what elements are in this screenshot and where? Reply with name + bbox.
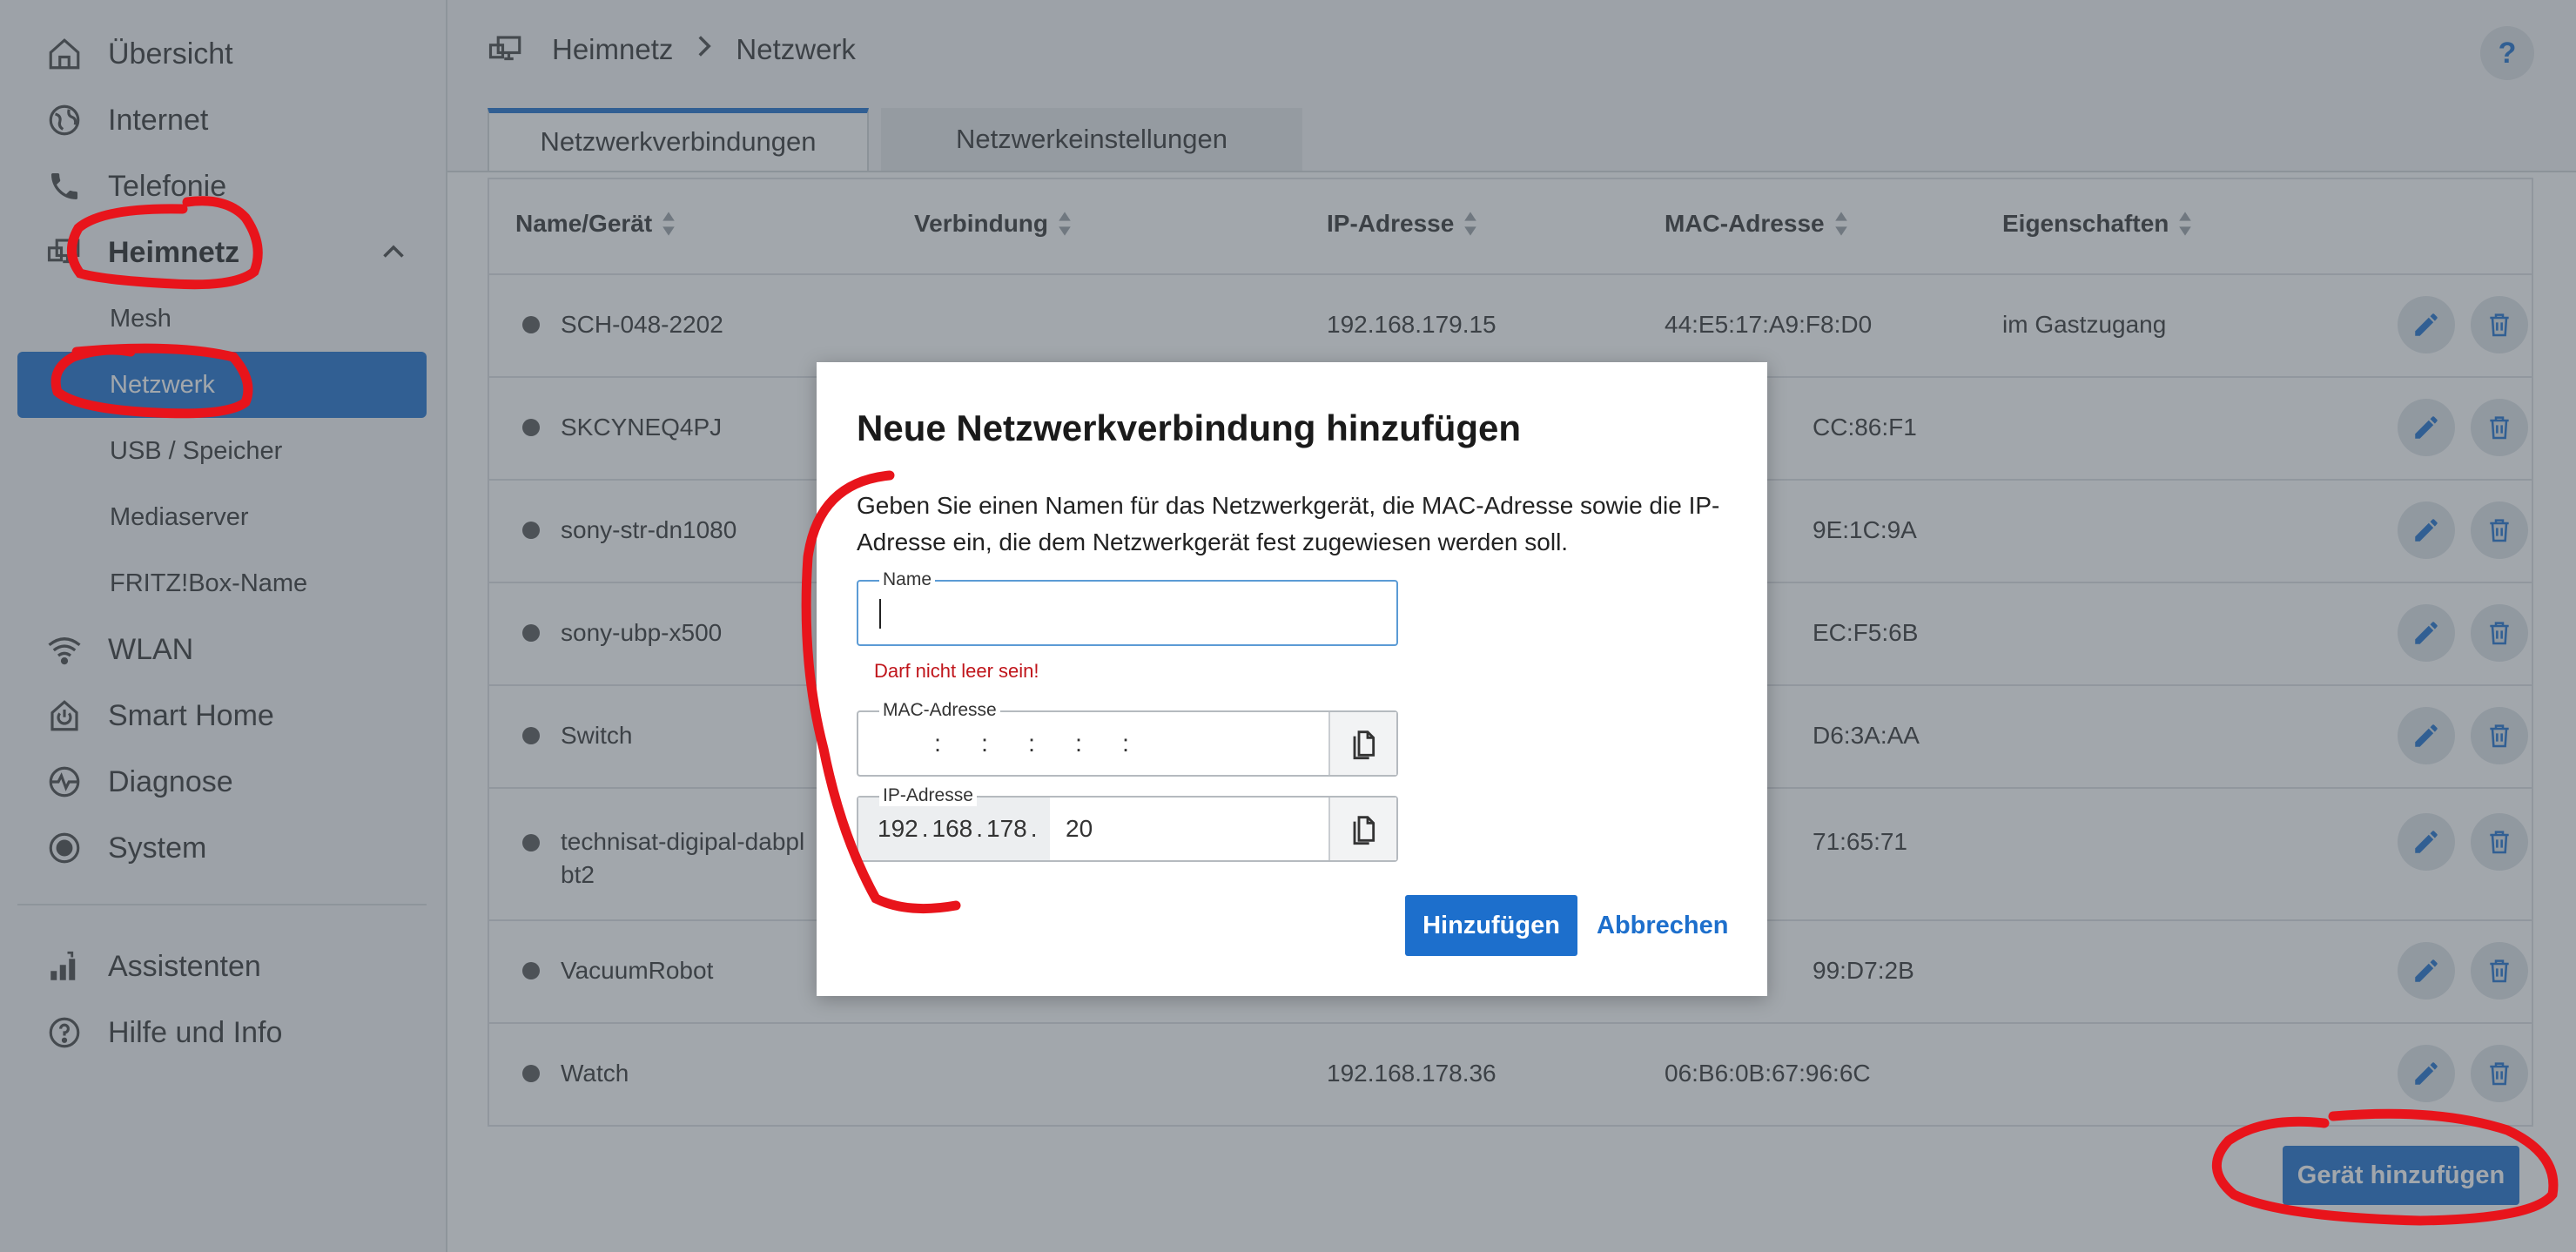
mac-field-label: MAC-Adresse bbox=[879, 700, 1000, 721]
paste-icon bbox=[1353, 730, 1375, 760]
ip-dot: . bbox=[921, 815, 929, 842]
paste-mac-button[interactable] bbox=[1328, 712, 1396, 775]
mac-separator: : bbox=[1075, 730, 1082, 757]
ip-octet: 192 bbox=[878, 815, 918, 842]
mac-separator: : bbox=[1122, 730, 1129, 757]
paste-ip-button[interactable] bbox=[1328, 798, 1396, 860]
ip-address-input[interactable]: IP-Adresse 192. 168. 178. 20 bbox=[857, 785, 1398, 862]
ip-field-label: IP-Adresse bbox=[879, 785, 977, 806]
ip-fixed-prefix: 192. 168. 178. bbox=[858, 798, 1050, 860]
ip-dot: . bbox=[976, 815, 983, 842]
name-input[interactable]: Name bbox=[857, 569, 1398, 646]
submit-button[interactable]: Hinzufügen bbox=[1405, 895, 1577, 956]
dialog-description: Geben Sie einen Namen für das Netzwerkge… bbox=[857, 492, 1720, 555]
ip-dot: . bbox=[1030, 815, 1038, 842]
name-error-message: Darf nicht leer sein! bbox=[874, 660, 1039, 682]
mac-separators: ::::: bbox=[914, 730, 1149, 757]
mac-separator: : bbox=[981, 730, 988, 757]
mac-address-input[interactable]: MAC-Adresse ::::: bbox=[857, 700, 1398, 777]
name-field-label: Name bbox=[879, 569, 936, 590]
ip-octet: 178 bbox=[986, 815, 1027, 842]
mac-separator: : bbox=[934, 730, 941, 757]
mac-separator: : bbox=[1028, 730, 1035, 757]
text-caret bbox=[879, 599, 881, 629]
ip-last-octet-input[interactable]: 20 bbox=[1066, 798, 1093, 860]
dialog-title: Neue Netzwerkverbindung hinzufügen bbox=[857, 407, 1522, 448]
add-connection-dialog: Neue Netzwerkverbindung hinzufügen Geben… bbox=[817, 362, 1767, 996]
cancel-button[interactable]: Abbrechen bbox=[1597, 895, 1728, 956]
paste-icon bbox=[1353, 816, 1375, 845]
ip-octet: 168 bbox=[932, 815, 973, 842]
